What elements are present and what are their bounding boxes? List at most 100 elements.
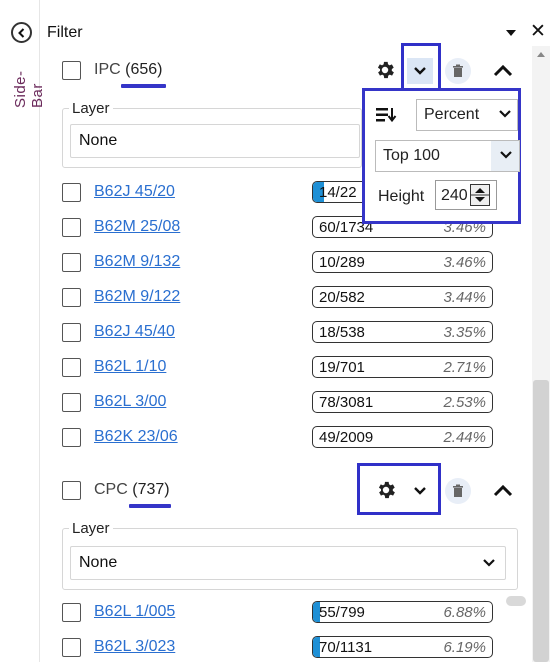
chevron-up-icon[interactable] [491,60,515,82]
row-code-link[interactable]: B62M 9/122 [94,288,180,306]
list-item: B62L 1/005 55/799 6.88% [48,596,530,630]
row-stat-bar: 20/582 3.44% [312,286,493,308]
list-item: B62M 9/122 20/582 3.44% [48,281,530,315]
layer-label: Layer [69,520,113,537]
row-percent: 2.44% [443,429,486,446]
row-stat-bar: 18/538 3.35% [312,321,493,343]
trash-icon [453,484,463,497]
row-checkbox[interactable] [62,393,81,412]
row-checkbox[interactable] [62,638,81,657]
count-underline [121,84,166,88]
section-checkbox[interactable] [62,481,81,500]
row-checkbox[interactable] [62,218,81,237]
row-percent: 6.88% [443,604,486,621]
top-dropdown-button[interactable] [491,141,519,171]
row-checkbox[interactable] [62,288,81,307]
top-value: Top 100 [383,147,440,164]
row-percent: 6.19% [443,639,486,656]
section-name: IPC [94,61,121,78]
row-code-link[interactable]: B62L 1/10 [94,358,166,376]
list-item: B62M 9/132 10/289 3.46% [48,246,530,280]
row-stat-bar: 19/701 2.71% [312,356,493,378]
list-item: B62L 3/023 70/1131 6.19% [48,631,530,662]
row-ratio: 70/1131 [319,639,373,656]
height-label: Height [378,188,425,205]
row-stat-bar: 10/289 3.46% [312,251,493,273]
top-select[interactable]: Top 100 [375,140,520,172]
row-percent: 2.71% [443,359,486,376]
section-header: CPC (737) [48,466,530,512]
row-code-link[interactable]: B62J 45/40 [94,323,175,341]
row-ratio: 78/3081 [319,394,374,411]
row-ratio: 55/799 [319,604,365,621]
row-percent: 2.53% [443,394,486,411]
section-checkbox[interactable] [62,61,81,80]
row-percent: 3.46% [443,254,486,271]
count-underline [129,504,171,508]
scroll-up-icon[interactable] [536,50,546,58]
row-checkbox[interactable] [62,428,81,447]
row-code-link[interactable]: B62L 1/005 [94,603,175,621]
row-checkbox[interactable] [62,323,81,342]
height-value: 240 [441,187,468,204]
row-ratio: 14/22 [319,184,357,201]
row-code-link[interactable]: B62J 45/20 [94,183,175,201]
row-checkbox[interactable] [62,183,81,202]
list-item: B62J 45/40 18/538 3.35% [48,316,530,350]
layer-select[interactable]: None [70,546,506,580]
row-checkbox[interactable] [62,603,81,622]
row-code-link[interactable]: B62M 25/08 [94,218,180,236]
layer-select[interactable]: None [70,124,360,158]
cpc-section: CPC (737) Layer None B62L 1/005 55/799 6.8… [48,463,530,662]
panel-title: Filter [47,24,83,41]
row-checkbox[interactable] [62,253,81,272]
row-ratio: 20/582 [319,289,365,306]
settings-popup: Percent Top 100 Height 240 [362,88,521,224]
row-code-link[interactable]: B62L 3/00 [94,393,166,411]
list-item: B62L 3/00 78/3081 2.53% [48,386,530,420]
list-item: B62K 23/06 49/2009 2.44% [48,421,530,455]
row-stat-bar: 55/799 6.88% [312,601,493,623]
section-name: CPC [94,481,128,498]
sort-icon[interactable] [375,105,397,125]
layer-value: None [79,132,118,149]
height-spinner[interactable] [470,184,490,206]
chevron-down-icon [500,151,512,159]
scrollbar-thumb[interactable] [533,380,549,662]
row-ratio: 18/538 [319,324,365,341]
delete-button[interactable] [445,478,471,504]
row-ratio: 49/2009 [319,429,374,446]
layer-label: Layer [69,100,113,117]
mode-value: Percent [424,106,480,123]
row-ratio: 19/701 [319,359,365,376]
row-checkbox[interactable] [62,358,81,377]
row-code-link[interactable]: B62K 23/06 [94,428,178,446]
close-icon[interactable]: ✕ [530,22,546,42]
chevron-up-icon[interactable] [491,480,515,502]
row-stat-bar: 78/3081 2.53% [312,391,493,413]
chevron-down-icon [499,110,511,118]
spinner-arrows-icon [471,188,489,202]
delete-button[interactable] [445,58,471,84]
chevron-left-icon [18,28,25,38]
mode-select[interactable]: Percent [416,99,518,131]
trash-icon [453,64,463,77]
row-stat-bar: 49/2009 2.44% [312,426,493,448]
chevron-down-icon [483,559,495,567]
section-header: IPC (656) [48,46,530,92]
section-title: CPC (737) [94,481,170,499]
row-percent: 3.44% [443,289,486,306]
collapse-sidebar-button[interactable] [11,22,32,43]
row-code-link[interactable]: B62M 9/132 [94,253,180,271]
layer-value: None [79,554,118,571]
row-percent: 3.35% [443,324,486,341]
row-stat-bar: 70/1131 6.19% [312,636,493,658]
panel-header: Filter ✕ [40,22,550,46]
section-title: IPC (656) [94,61,162,79]
list-item: B62L 1/10 19/701 2.71% [48,351,530,385]
section-count: (737) [132,481,170,498]
row-code-link[interactable]: B62L 3/023 [94,638,175,656]
section-count: (656) [125,61,163,78]
panel-menu-icon[interactable] [504,25,518,41]
gear-icon[interactable] [374,59,396,81]
